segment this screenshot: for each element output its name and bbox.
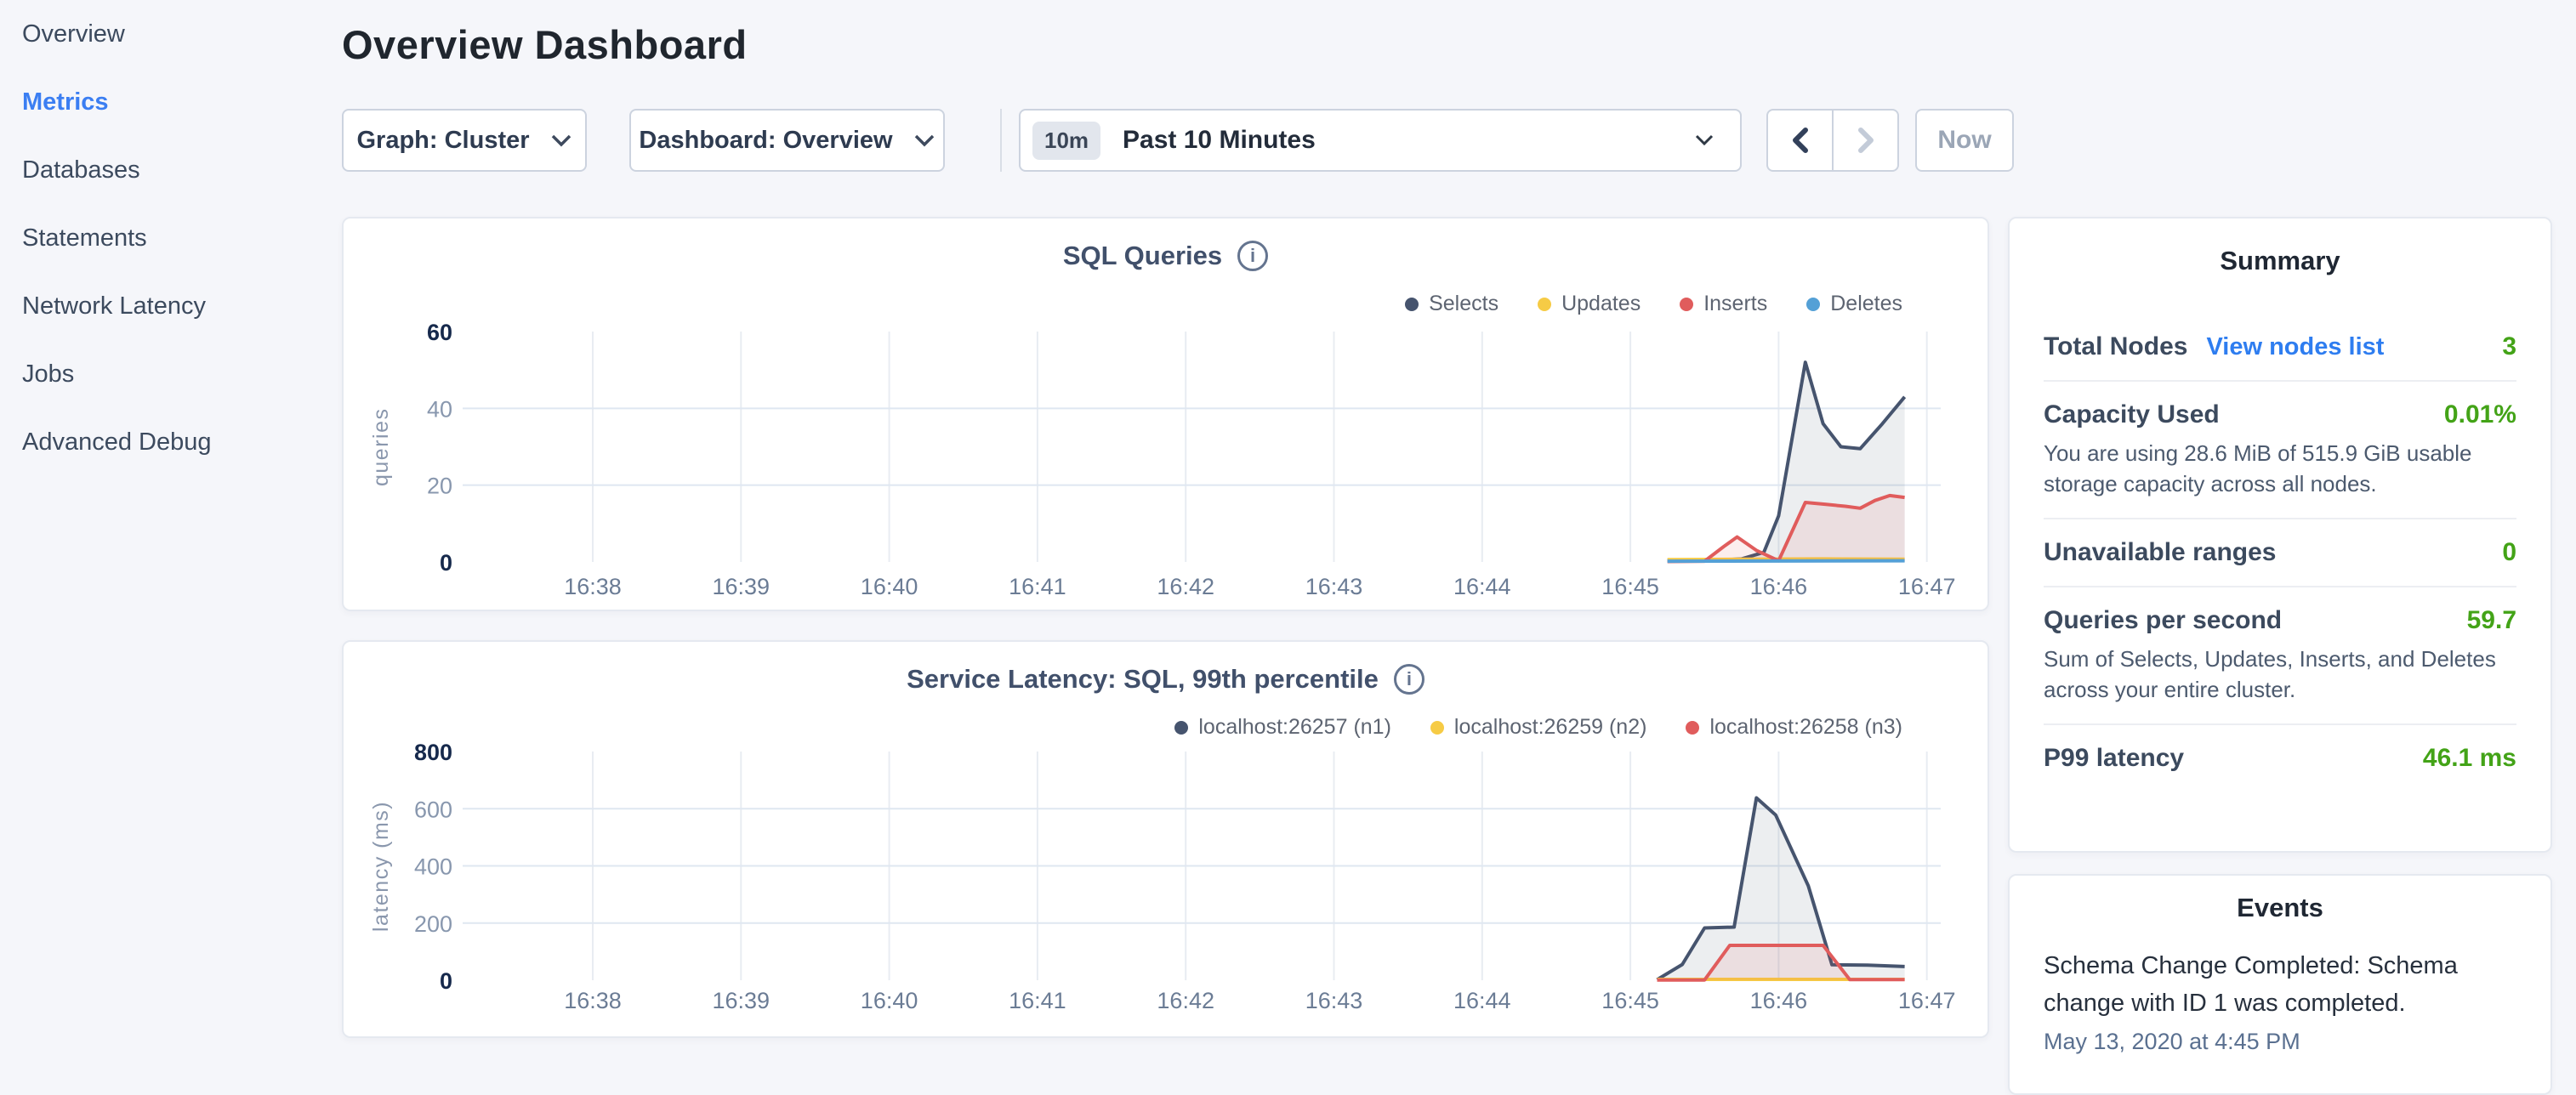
summary-row-total-nodes: Total Nodes View nodes list 3 [2044,314,2516,380]
sidebar-item-overview[interactable]: Overview [22,0,340,68]
chevron-down-icon [1694,133,1714,147]
chevron-right-icon [1854,125,1878,156]
event-message: Schema Change Completed: Schema change w… [2044,947,2516,1022]
summary-row-capacity-used: Capacity Used 0.01% You are using 28.6 M… [2044,380,2516,518]
x-tick-label: 16:43 [1305,574,1363,599]
x-tick-label: 16:45 [1601,988,1659,1013]
summary-row-description: Sum of Selects, Updates, Inserts, and De… [2044,644,2516,705]
metrics-dashboard-page: { "sidebar": { "items": [ { "label": "Ov… [0,0,2576,1051]
x-tick-label: 16:40 [861,988,918,1013]
x-tick-label: 16:47 [1898,988,1956,1013]
y-tick-label: 400 [414,854,452,880]
x-tick-label: 16:43 [1305,988,1363,1013]
dashboard-dropdown-label: Dashboard: Overview [639,127,892,155]
y-tick-label: 0 [440,550,452,576]
summary-row-queries-per-second: Queries per second 59.7 Sum of Selects, … [2044,586,2516,723]
service-latency-chart-card: Service Latency: SQL, 99th percentile i … [342,640,1989,1038]
series-line [1668,561,1905,562]
previous-time-window-button[interactable] [1768,111,1832,170]
dashboard-dropdown[interactable]: Dashboard: Overview [629,109,945,172]
x-tick-label: 16:47 [1898,574,1956,599]
now-button[interactable]: Now [1915,109,2014,172]
event-list-item[interactable]: Schema Change Completed: Schema change w… [2044,947,2516,1055]
time-range-dropdown[interactable]: 10m Past 10 Minutes [1019,109,1742,172]
events-panel: Events Schema Change Completed: Schema c… [2008,874,2552,1095]
service-latency-plot: 16:38 16:39 16:40 16:41 16:42 16:43 16:44 16:45… [344,642,1987,1036]
chevron-left-icon [1788,125,1812,156]
sidebar-item-databases[interactable]: Databases [22,136,340,204]
y-tick-label: 60 [427,320,452,345]
toolbar-divider [1000,109,1002,172]
summary-row-value: 59.7 [2467,606,2516,635]
event-timestamp: May 13, 2020 at 4:45 PM [2044,1029,2516,1055]
x-tick-label: 16:38 [564,988,622,1013]
x-tick-label: 16:39 [713,574,771,599]
chevron-down-icon [550,133,572,148]
summary-row-label: Total Nodes [2044,332,2187,361]
summary-row-value: 0.01% [2444,400,2516,429]
x-tick-label: 16:46 [1750,988,1808,1013]
summary-title: Summary [2044,218,2516,276]
x-tick-label: 16:40 [861,574,918,599]
x-tick-label: 16:42 [1157,574,1214,599]
sidebar-nav: Overview Metrics Databases Statements Ne… [0,0,340,1051]
summary-row-p99-latency: P99 latency 46.1 ms [2044,723,2516,791]
sidebar-item-jobs[interactable]: Jobs [22,340,340,408]
x-tick-label: 16:45 [1601,574,1659,599]
summary-panel: Summary Total Nodes View nodes list 3 Ca… [2008,217,2552,853]
sql-queries-chart-card: SQL Queries i SelectsUpdatesInsertsDelet… [342,217,1989,611]
summary-row-label: Queries per second [2044,606,2282,635]
x-tick-label: 16:39 [713,988,771,1013]
y-tick-label: 40 [427,396,452,422]
chevron-down-icon [913,133,935,148]
time-range-badge: 10m [1032,122,1100,160]
x-tick-label: 16:41 [1009,574,1066,599]
y-tick-label: 20 [427,474,452,499]
summary-row-label: Unavailable ranges [2044,538,2276,567]
sql-queries-plot: 16:38 16:39 16:40 16:41 16:42 16:43 16:44 16:45… [344,218,1987,610]
time-window-pager [1766,109,1899,172]
x-tick-label: 16:44 [1453,574,1511,599]
summary-row-label: Capacity Used [2044,400,2220,429]
y-tick-label: 0 [440,968,452,994]
summary-row-label: P99 latency [2044,744,2184,773]
time-range-label: Past 10 Minutes [1123,126,1316,155]
x-tick-label: 16:42 [1157,988,1214,1013]
view-nodes-list-link[interactable]: View nodes list [2206,333,2384,361]
x-tick-label: 16:46 [1750,574,1808,599]
x-tick-label: 16:41 [1009,988,1066,1013]
events-title: Events [2044,876,2516,923]
sidebar-item-network-latency[interactable]: Network Latency [22,272,340,340]
y-tick-label: 800 [414,740,452,765]
x-tick-label: 16:38 [564,574,622,599]
summary-row-value: 46.1 ms [2423,744,2516,773]
sidebar-item-statements[interactable]: Statements [22,204,340,272]
y-tick-label: 200 [414,911,452,937]
page-title: Overview Dashboard [342,21,748,68]
summary-row-value: 0 [2502,538,2516,567]
next-time-window-button[interactable] [1834,111,1897,170]
summary-row-value: 3 [2502,332,2516,361]
graph-scope-dropdown[interactable]: Graph: Cluster [342,109,587,172]
sidebar-item-metrics[interactable]: Metrics [22,68,340,136]
y-tick-label: 600 [414,797,452,822]
graph-scope-dropdown-label: Graph: Cluster [356,127,529,155]
summary-row-description: You are using 28.6 MiB of 515.9 GiB usab… [2044,438,2516,499]
summary-row-unavailable-ranges: Unavailable ranges 0 [2044,518,2516,586]
sidebar-item-advanced-debug[interactable]: Advanced Debug [22,408,340,476]
x-tick-label: 16:44 [1453,988,1511,1013]
